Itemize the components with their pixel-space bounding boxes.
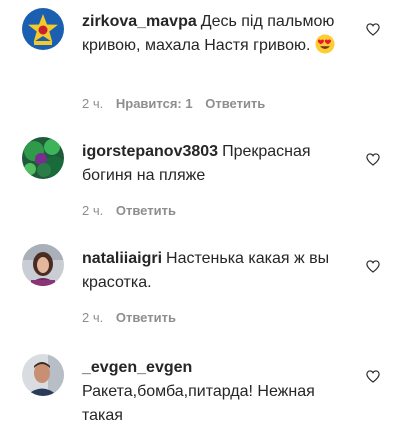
comment-meta: 2 ч. Нравится: 1 Ответить: [82, 96, 274, 112]
heart-outline-icon[interactable]: [366, 153, 380, 166]
comment-text: _evgen_evgen Ракета,бомба,питарда! Нежная…: [82, 356, 352, 428]
likes-count[interactable]: Нравится: 1: [116, 96, 193, 111]
heart-outline-icon[interactable]: [366, 23, 380, 36]
comment-time[interactable]: 2 ч.: [82, 310, 103, 325]
username[interactable]: _evgen_evgen: [82, 359, 192, 376]
avatar[interactable]: [22, 244, 64, 286]
comment-text: zirkova_mavpa Десь під пальмою кривою, ма…: [82, 10, 352, 58]
avatar[interactable]: [22, 8, 64, 50]
username[interactable]: zirkova_mavpa: [82, 13, 197, 30]
avatar[interactable]: [22, 354, 64, 396]
heart-outline-icon[interactable]: [366, 260, 380, 273]
comment-time[interactable]: 2 ч.: [82, 203, 103, 218]
reply-button[interactable]: Ответить: [205, 96, 265, 111]
heart-outline-icon[interactable]: [366, 370, 380, 383]
comment-time[interactable]: 2 ч.: [82, 96, 103, 111]
username[interactable]: igorstepanov3803: [82, 143, 218, 160]
comment-meta: 2 ч. Ответить: [82, 310, 185, 326]
reply-button[interactable]: Ответить: [116, 203, 176, 218]
comment-text: igorstepanov3803 Прекрасная богиня на пля…: [82, 140, 352, 188]
username[interactable]: nataliiaigri: [82, 250, 162, 267]
comment-body: Ракета,бомба,питарда! Нежная такая: [82, 383, 315, 424]
reply-button[interactable]: Ответить: [116, 310, 176, 325]
avatar[interactable]: [22, 137, 64, 179]
comment-text: nataliiaigri Настенька какая ж вы красотк…: [82, 247, 352, 295]
heart-eyes-emoji-icon: [315, 34, 335, 54]
comment-meta: 2 ч. Ответить: [82, 203, 185, 219]
